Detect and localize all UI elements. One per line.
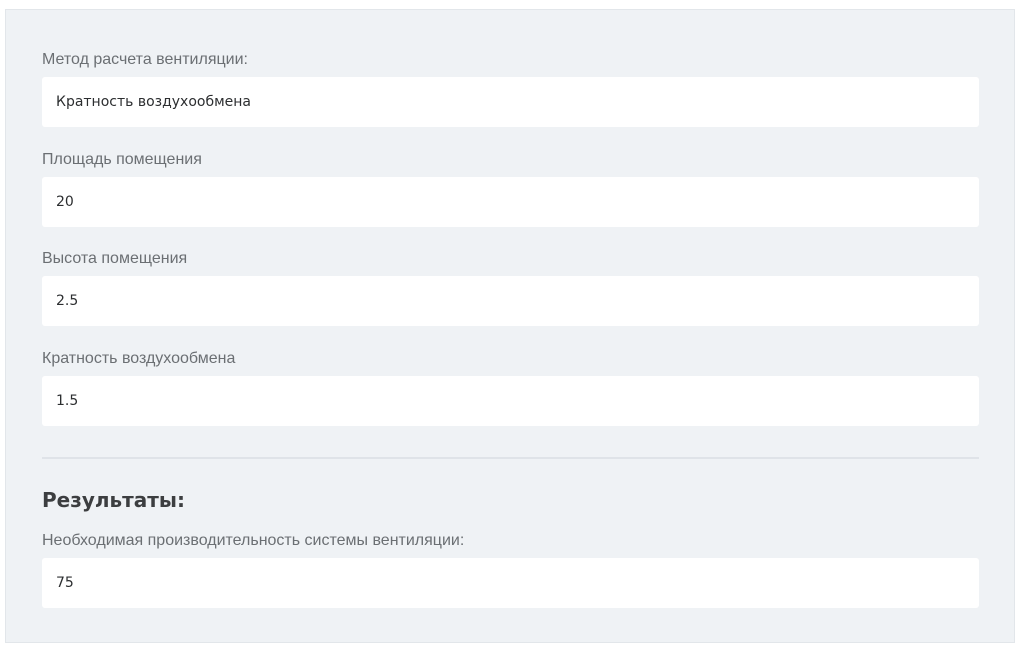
results-title: Результаты: — [42, 488, 185, 512]
method-select[interactable]: Кратность воздухообмена — [42, 77, 979, 127]
area-label: Площадь помещения — [42, 151, 202, 168]
capacity-label: Необходимая производительность системы в… — [42, 532, 465, 549]
capacity-output[interactable]: 75 — [42, 558, 979, 608]
exchange-rate-input[interactable]: 1.5 — [42, 376, 979, 426]
exchange-rate-label: Кратность воздухообмена — [42, 350, 236, 367]
height-label: Высота помещения — [42, 250, 188, 267]
section-divider — [42, 457, 979, 459]
height-input[interactable]: 2.5 — [42, 276, 979, 326]
ventilation-calculator-panel: Метод расчета вентиляции: Кратность возд… — [5, 9, 1015, 643]
area-input[interactable]: 20 — [42, 177, 979, 227]
method-label: Метод расчета вентиляции: — [42, 51, 248, 68]
